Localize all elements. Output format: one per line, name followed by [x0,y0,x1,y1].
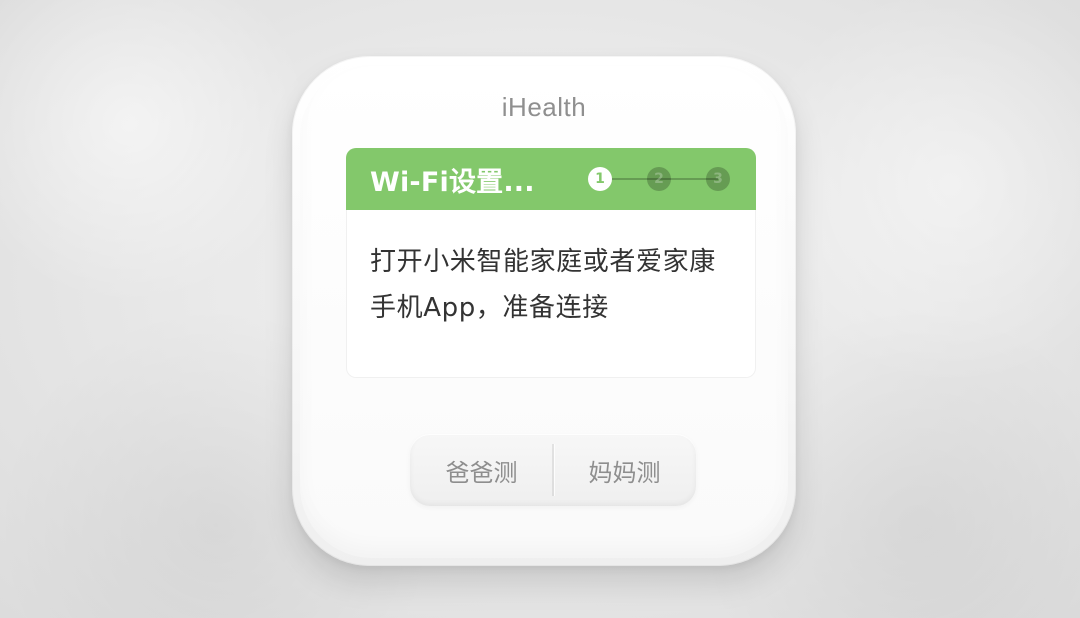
device-face: iHealth Wi-Fi设置... 1 2 3 打开小米智能家庭或者爱家康 手… [300,64,788,558]
screen-title: Wi-Fi设置... [370,166,535,198]
step-2-indicator: 2 [647,167,671,191]
user-select-buttons: 爸爸测 妈妈测 [410,434,696,506]
dad-measure-button[interactable]: 爸爸测 [410,434,553,506]
screen-message-line-2: 手机App，准备连接 [370,292,609,323]
brand-logo-text: iHealth [501,92,587,122]
step-3-indicator: 3 [706,167,730,191]
mom-measure-button[interactable]: 妈妈测 [553,434,696,506]
device-screen: Wi-Fi设置... 1 2 3 打开小米智能家庭或者爱家康 手机App，准备连… [346,148,756,378]
screen-header: Wi-Fi设置... 1 2 3 [346,148,756,210]
screen-message-line-1: 打开小米智能家庭或者爱家康 [370,247,716,277]
screen-message: 打开小米智能家庭或者爱家康 手机App，准备连接 [370,240,738,331]
setup-stepper: 1 2 3 [588,167,730,191]
step-1-indicator: 1 [588,167,612,191]
blood-pressure-monitor: iHealth Wi-Fi设置... 1 2 3 打开小米智能家庭或者爱家康 手… [292,56,796,566]
